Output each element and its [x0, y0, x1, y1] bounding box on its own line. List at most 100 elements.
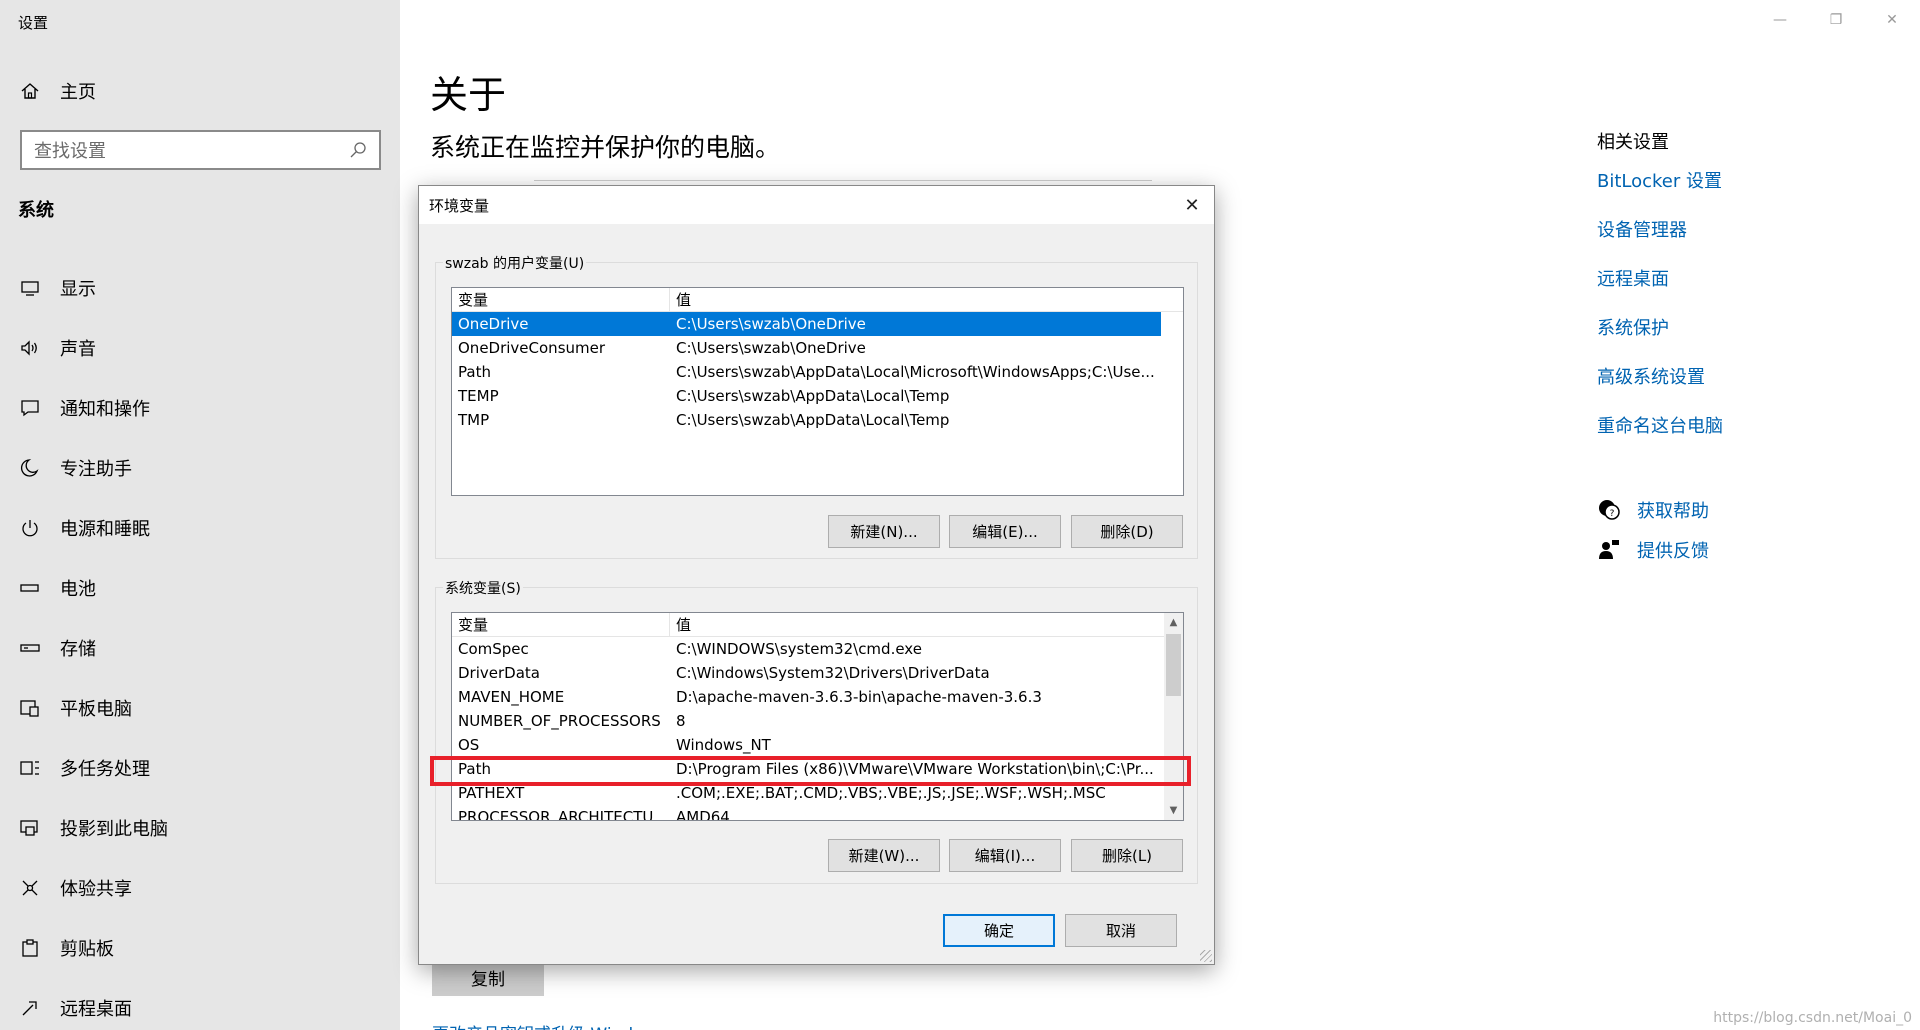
sidebar-item-power[interactable]: 电源和睡眠 — [18, 498, 168, 558]
var-name: Path — [458, 363, 491, 381]
related-settings: 相关设置 BitLocker 设置 设备管理器 远程桌面 系统保护 高级系统设置… — [1597, 128, 1723, 461]
var-name: ComSpec — [458, 640, 529, 658]
cancel-button[interactable]: 取消 — [1065, 914, 1177, 947]
sidebar-item-label: 存储 — [60, 639, 96, 660]
search-icon — [349, 141, 367, 159]
link-device-manager[interactable]: 设备管理器 — [1597, 216, 1723, 265]
system-delete-button[interactable]: 删除(L) — [1071, 839, 1183, 872]
table-row[interactable]: NUMBER_OF_PROCESSORS 8 — [452, 709, 1164, 733]
sidebar-item-project[interactable]: 投影到此电脑 — [18, 798, 168, 858]
sidebar-item-label: 声音 — [60, 339, 96, 360]
sidebar-item-storage[interactable]: 存储 — [18, 618, 168, 678]
var-value: C:\Users\swzab\AppData\Local\Temp — [676, 411, 950, 429]
sidebar-item-display[interactable]: 显示 — [18, 258, 168, 318]
var-value: 8 — [676, 712, 686, 730]
settings-sidebar: 设置 主页 查找设置 系统 显示 声音 通知和操作 专注助手 电源和睡眠 电池 … — [0, 0, 400, 1030]
sidebar-item-shared[interactable]: 体验共享 — [18, 858, 168, 918]
user-edit-button[interactable]: 编辑(E)... — [949, 515, 1061, 548]
share-icon — [18, 876, 42, 900]
watermark: https://blog.csdn.net/Moai_0 — [1713, 1010, 1912, 1026]
var-value: C:\Windows\System32\Drivers\DriverData — [676, 664, 990, 682]
home-icon — [18, 79, 42, 103]
user-vars-list[interactable]: 变量 值 OneDrive C:\Users\swzab\OneDrive On… — [451, 287, 1184, 496]
upgrade-windows-link[interactable]: 更改产品密钥或升级 Windows — [432, 1020, 666, 1030]
sidebar-item-focus[interactable]: 专注助手 — [18, 438, 168, 498]
scroll-up-icon[interactable]: ▲ — [1164, 613, 1183, 632]
user-delete-button[interactable]: 删除(D) — [1071, 515, 1183, 548]
var-value: C:\Users\swzab\AppData\Local\Temp — [676, 387, 950, 405]
feedback-link[interactable]: 提供反馈 — [1597, 530, 1709, 570]
tablet-icon — [18, 696, 42, 720]
scroll-down-icon[interactable]: ▼ — [1164, 801, 1183, 820]
table-row[interactable]: OneDriveConsumer C:\Users\swzab\OneDrive — [452, 336, 1161, 360]
maximize-button[interactable]: ❐ — [1808, 0, 1864, 40]
link-bitlocker[interactable]: BitLocker 设置 — [1597, 167, 1723, 216]
notification-icon — [18, 396, 42, 420]
var-name: NUMBER_OF_PROCESSORS — [458, 712, 661, 730]
search-input[interactable]: 查找设置 — [20, 130, 381, 170]
sidebar-item-label: 通知和操作 — [60, 399, 150, 420]
resize-grip-icon[interactable] — [1200, 950, 1212, 962]
vertical-scrollbar[interactable]: ▲ ▼ — [1164, 613, 1183, 820]
system-edit-button[interactable]: 编辑(I)... — [949, 839, 1061, 872]
table-row[interactable]: OS Windows_NT — [452, 733, 1164, 757]
var-value: C:\Users\swzab\AppData\Local\Microsoft\W… — [676, 363, 1155, 381]
var-name: TEMP — [458, 387, 499, 405]
system-vars-list[interactable]: 变量 值 ComSpec C:\WINDOWS\system32\cmd.exe… — [451, 612, 1184, 821]
link-system-protection[interactable]: 系统保护 — [1597, 314, 1723, 363]
scroll-thumb[interactable] — [1166, 634, 1181, 696]
nav-home-label: 主页 — [60, 82, 96, 103]
column-header-value[interactable]: 值 — [670, 288, 691, 312]
link-rename-pc[interactable]: 重命名这台电脑 — [1597, 412, 1723, 461]
var-value: AMD64 — [676, 808, 730, 821]
app-title: 设置 — [18, 14, 49, 32]
clipboard-icon — [18, 936, 42, 960]
link-advanced-system-settings[interactable]: 高级系统设置 — [1597, 363, 1723, 412]
system-vars-header: 变量 值 — [452, 613, 1164, 637]
table-row[interactable]: DriverData C:\Windows\System32\Drivers\D… — [452, 661, 1164, 685]
sidebar-item-tablet[interactable]: 平板电脑 — [18, 678, 168, 738]
get-help-label: 获取帮助 — [1637, 501, 1709, 522]
column-header-value[interactable]: 值 — [670, 613, 691, 637]
table-row[interactable]: MAVEN_HOME D:\apache-maven-3.6.3-bin\apa… — [452, 685, 1164, 709]
env-vars-dialog: 环境变量 ✕ swzab 的用户变量(U) 变量 值 OneDrive C:\U… — [418, 185, 1215, 965]
system-new-button[interactable]: 新建(W)... — [828, 839, 940, 872]
table-row[interactable]: ComSpec C:\WINDOWS\system32\cmd.exe — [452, 637, 1164, 661]
sidebar-item-label: 多任务处理 — [60, 759, 150, 780]
sidebar-item-multitasking[interactable]: 多任务处理 — [18, 738, 168, 798]
nav-home[interactable]: 主页 — [18, 78, 96, 104]
link-remote-desktop[interactable]: 远程桌面 — [1597, 265, 1723, 314]
storage-icon — [18, 636, 42, 660]
sidebar-item-remote-desktop[interactable]: 远程桌面 — [18, 978, 168, 1030]
var-name: PROCESSOR_ARCHITECTURE — [458, 808, 670, 821]
var-value: D:\apache-maven-3.6.3-bin\apache-maven-3… — [676, 688, 1042, 706]
table-row[interactable]: TMP C:\Users\swzab\AppData\Local\Temp — [452, 408, 1161, 432]
column-header-variable[interactable]: 变量 — [452, 613, 670, 637]
ok-button[interactable]: 确定 — [943, 914, 1055, 947]
close-icon[interactable]: ✕ — [1180, 193, 1204, 217]
sidebar-item-clipboard[interactable]: 剪贴板 — [18, 918, 168, 978]
table-row[interactable]: PROCESSOR_ARCHITECTURE AMD64 — [452, 805, 1164, 821]
minimize-button[interactable]: — — [1752, 0, 1808, 40]
var-name: PATHEXT — [458, 784, 525, 802]
dialog-titlebar: 环境变量 ✕ — [419, 186, 1214, 224]
sidebar-item-label: 平板电脑 — [60, 699, 132, 720]
user-new-button[interactable]: 新建(N)... — [828, 515, 940, 548]
table-row[interactable]: OneDrive C:\Users\swzab\OneDrive — [452, 312, 1161, 336]
sidebar-item-label: 显示 — [60, 279, 96, 300]
table-row[interactable]: Path C:\Users\swzab\AppData\Local\Micros… — [452, 360, 1161, 384]
search-placeholder: 查找设置 — [34, 141, 106, 162]
sidebar-item-sound[interactable]: 声音 — [18, 318, 168, 378]
multitask-icon — [18, 756, 42, 780]
column-header-variable[interactable]: 变量 — [452, 288, 670, 312]
help-section: ? 获取帮助 提供反馈 — [1597, 490, 1709, 570]
section-title: 系统 — [18, 200, 54, 221]
moon-icon — [18, 456, 42, 480]
get-help-link[interactable]: ? 获取帮助 — [1597, 490, 1709, 530]
sidebar-item-notifications[interactable]: 通知和操作 — [18, 378, 168, 438]
page-subtitle: 系统正在监控并保护你的电脑。 — [430, 133, 781, 162]
sidebar-item-battery[interactable]: 电池 — [18, 558, 168, 618]
var-name: OS — [458, 736, 480, 754]
table-row[interactable]: TEMP C:\Users\swzab\AppData\Local\Temp — [452, 384, 1161, 408]
close-window-button[interactable]: ✕ — [1864, 0, 1920, 40]
